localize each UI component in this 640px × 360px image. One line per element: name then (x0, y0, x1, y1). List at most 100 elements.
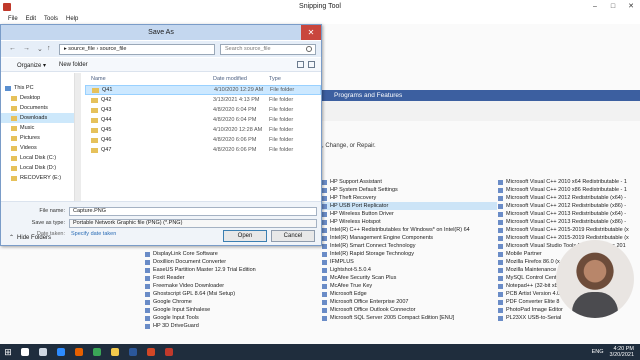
program-item[interactable]: Intel(R) Smart Connect Technology (322, 242, 497, 250)
program-item[interactable]: Google Chrome (145, 298, 320, 306)
program-item[interactable]: Intel(R) Rapid Storage Technology (322, 250, 497, 258)
file-row[interactable]: Q42 3/13/2021 4:13 PM File folder (85, 95, 321, 105)
menu-help[interactable]: Help (66, 14, 78, 24)
clock[interactable]: 4:20 PM 3/20/2021 (610, 346, 634, 358)
dialog-close-button[interactable]: ✕ (301, 25, 321, 40)
program-item[interactable]: Microsoft Edge (322, 290, 497, 298)
firefox-icon[interactable] (70, 344, 88, 360)
program-item[interactable]: Microsoft Visual C++ 2012 Redistributabl… (498, 194, 640, 202)
program-item[interactable]: Intel(R) Management Engine Components (322, 234, 497, 242)
file-name-field[interactable]: Capture.PNG (69, 207, 317, 216)
snipping-tool-icon[interactable] (160, 344, 178, 360)
view-options-icon[interactable] (297, 61, 304, 68)
nav-item[interactable]: Local Disk (C:) (1, 153, 74, 163)
file-row[interactable]: Q47 4/8/2020 6:06 PM File folder (85, 145, 321, 155)
menu-edit[interactable]: Edit (26, 14, 36, 24)
help-icon[interactable] (308, 61, 315, 68)
program-item[interactable]: McAfee True Key (322, 282, 497, 290)
save-type-select[interactable]: Portable Network Graphic file (PNG) (*.P… (69, 219, 317, 228)
program-item[interactable]: Lightshot-5.5.0.4 (322, 266, 497, 274)
open-button[interactable]: Open (223, 230, 267, 242)
maximize-button[interactable]: □ (604, 0, 622, 14)
nav-item[interactable]: Local Disk (D:) (1, 163, 74, 173)
program-item[interactable]: HP Wireless Hotspot (322, 218, 497, 226)
hide-folders-toggle[interactable]: ⌃ Hide Folders (9, 234, 51, 242)
program-item[interactable]: HP Support Assistant (322, 178, 497, 186)
menu-tools[interactable]: Tools (44, 14, 58, 24)
nav-item[interactable]: Videos (1, 143, 74, 153)
powerpoint-icon[interactable] (142, 344, 160, 360)
word-icon[interactable] (124, 344, 142, 360)
breadcrumb-item[interactable]: source_file (68, 46, 95, 52)
menu-file[interactable]: File (8, 14, 18, 24)
program-item[interactable]: HP USB Port Replicator (322, 202, 497, 210)
program-item[interactable]: HP Theft Recovery (322, 194, 497, 202)
nav-item[interactable]: This PC (1, 83, 74, 93)
program-item[interactable]: Microsoft Visual C++ 2015-2019 Redistrib… (498, 226, 640, 234)
column-type[interactable]: Type (269, 73, 319, 85)
file-explorer-icon[interactable] (106, 344, 124, 360)
minimize-button[interactable]: – (586, 0, 604, 14)
file-row[interactable]: Q43 4/8/2020 6:04 PM File folder (85, 105, 321, 115)
start-button[interactable]: ⊞ (0, 344, 16, 360)
breadcrumb[interactable]: ▸ source_file › source_file (59, 44, 215, 55)
recent-chevron-icon[interactable]: ⌄ (37, 45, 43, 53)
program-item[interactable]: Microsoft Visual C++ 2013 Redistributabl… (498, 210, 640, 218)
zoom-icon[interactable] (52, 344, 70, 360)
back-arrow-icon[interactable]: ← (9, 45, 16, 52)
program-item[interactable]: IFMPLUS (322, 258, 497, 266)
program-item[interactable]: HP System Default Settings (322, 186, 497, 194)
file-row[interactable]: Q46 4/8/2020 6:06 PM File folder (85, 135, 321, 145)
program-item[interactable]: Microsoft Visual C++ 2010 x64 Redistribu… (498, 178, 640, 186)
file-date: 4/8/2020 6:06 PM (213, 147, 257, 153)
file-type: File folder (269, 107, 294, 113)
file-row[interactable]: Q44 4/8/2020 6:04 PM File folder (85, 115, 321, 125)
program-item[interactable]: Ghostscript GPL 8.64 (Msi Setup) (145, 290, 320, 298)
nav-item[interactable]: Pictures (1, 133, 74, 143)
program-item[interactable]: Microsoft Office Outlook Connector (322, 306, 497, 314)
program-item[interactable]: Google Input Tools (145, 314, 320, 322)
date-taken-link[interactable]: Specify date taken (71, 231, 116, 237)
program-item[interactable]: Microsoft Visual C++ 2012 Redistributabl… (498, 202, 640, 210)
task-view-icon[interactable] (34, 344, 52, 360)
program-item[interactable]: Intel(R) C++ Redistributables for Window… (322, 226, 497, 234)
search-icon[interactable] (16, 344, 34, 360)
program-icon (145, 299, 150, 305)
program-name: PCB Artist Version 4.0 (506, 291, 561, 297)
column-name[interactable]: Name (85, 73, 213, 85)
program-item[interactable]: PL23XX USB-to-Serial (498, 314, 640, 322)
program-item[interactable]: Microsoft Office Enterprise 2007 (322, 298, 497, 306)
organize-button[interactable]: Organize ▾ (17, 62, 46, 69)
nav-item[interactable]: Music (1, 123, 74, 133)
program-item[interactable]: McAfee Security Scan Plus (322, 274, 497, 282)
forward-arrow-icon[interactable]: → (23, 45, 30, 52)
nav-item[interactable]: Documents (1, 103, 74, 113)
nav-scrollbar[interactable] (75, 73, 81, 201)
nav-item[interactable]: Desktop (1, 93, 74, 103)
new-folder-button[interactable]: New folder (59, 62, 88, 68)
program-item[interactable]: Google Input Sinhalese (145, 306, 320, 314)
search-input[interactable]: Search source_file (220, 44, 316, 55)
program-item[interactable]: Freemake Video Downloader (145, 282, 320, 290)
nav-item[interactable]: Downloads (1, 113, 74, 123)
program-item[interactable]: Foxit Reader (145, 274, 320, 282)
breadcrumb-item[interactable]: source_file (100, 46, 127, 52)
column-date[interactable]: Date modified (213, 73, 269, 85)
up-arrow-icon[interactable]: ↑ (47, 45, 51, 52)
program-item[interactable]: HP 3D DriveGuard (145, 322, 320, 330)
program-item[interactable]: Microsoft Visual C++ 2015-2019 Redistrib… (498, 234, 640, 242)
close-button[interactable]: ✕ (622, 0, 640, 14)
cancel-button[interactable]: Cancel (271, 230, 315, 242)
program-item[interactable]: Doxillion Document Converter (145, 258, 320, 266)
file-row[interactable]: Q45 4/10/2020 12:28 AM File folder (85, 125, 321, 135)
file-row[interactable]: Q41 4/10/2020 12:29 AM File folder (85, 85, 321, 95)
nav-item[interactable]: RECOVERY (E:) (1, 173, 74, 183)
language-indicator[interactable]: ENG (592, 349, 604, 355)
chrome-icon[interactable] (88, 344, 106, 360)
program-item[interactable]: Microsoft Visual C++ 2010 x86 Redistribu… (498, 186, 640, 194)
program-item[interactable]: Microsoft Visual C++ 2013 Redistributabl… (498, 218, 640, 226)
program-item[interactable]: Microsoft SQL Server 2005 Compact Editio… (322, 314, 497, 322)
program-item[interactable]: DisplayLink Core Software (145, 250, 320, 258)
program-item[interactable]: EaseUS Partition Master 12.9 Trial Editi… (145, 266, 320, 274)
program-item[interactable]: HP Wireless Button Driver (322, 210, 497, 218)
